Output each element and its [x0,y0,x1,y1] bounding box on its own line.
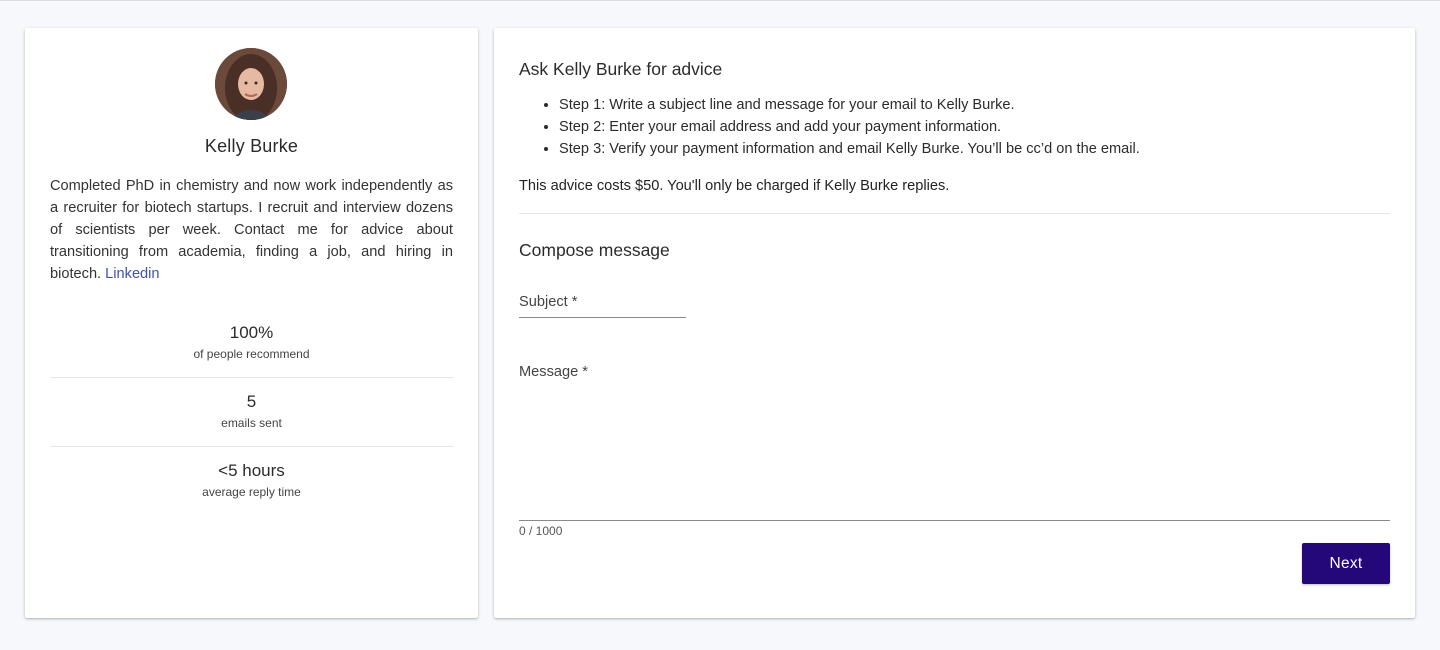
stat-divider [50,377,453,378]
stat-divider [50,446,453,447]
stat-label: of people recommend [193,347,310,361]
step-item: Step 2: Enter your email address and add… [559,116,1140,138]
stat-emails: 5 emails sent [50,391,453,432]
section-divider [519,213,1390,214]
linkedin-link[interactable]: Linkedin [105,266,159,282]
subject-label: Subject * [519,294,578,310]
ask-card: Ask Kelly Burke for advice Step 1: Write… [494,28,1415,618]
compose-title: Compose message [519,240,670,260]
stat-label: average reply time [202,485,301,499]
next-button[interactable]: Next [1302,543,1390,584]
top-divider [0,0,1440,1]
profile-card: Kelly Burke Completed PhD in chemistry a… [25,28,478,618]
steps-list: Step 1: Write a subject line and message… [559,94,1140,160]
message-field[interactable]: Message * [519,360,1390,521]
stat-recommend: 100% of people recommend [50,322,453,363]
stat-reply-time: <5 hours average reply time [50,460,453,501]
stat-value: <5 hours [218,461,285,480]
message-label: Message * [519,364,588,380]
step-item: Step 3: Verify your payment information … [559,138,1140,160]
stat-value: 5 [246,392,257,411]
stat-label: emails sent [221,416,282,430]
profile-bio: Completed PhD in chemistry and now work … [50,175,453,285]
step-item: Step 1: Write a subject line and message… [559,94,1140,116]
avatar [215,48,287,120]
profile-name: Kelly Burke [204,136,299,156]
cost-notice: This advice costs $50. You'll only be ch… [519,178,950,194]
subject-field[interactable]: Subject * [519,290,686,318]
ask-title: Ask Kelly Burke for advice [519,59,723,79]
stat-value: 100% [229,323,274,342]
character-counter: 0 / 1000 [519,524,563,538]
